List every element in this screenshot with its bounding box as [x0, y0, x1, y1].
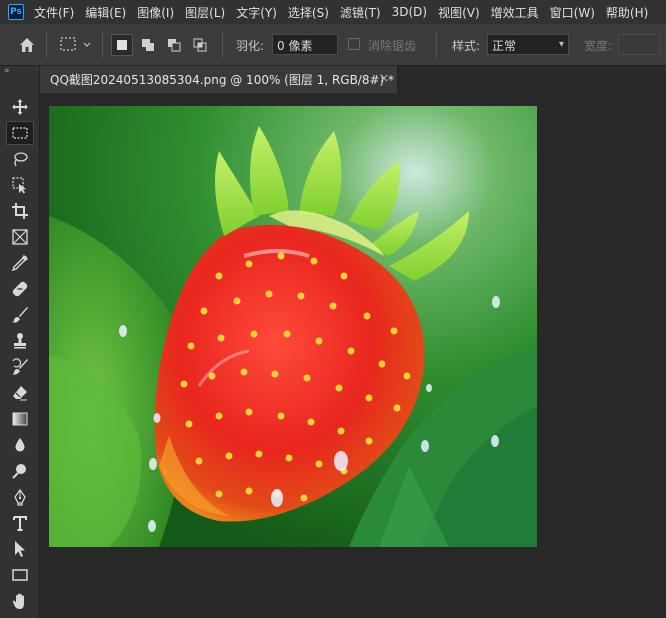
divider [102, 32, 103, 58]
menu-bar: Ps 文件(F) 编辑(E) 图像(I) 图层(L) 文字(Y) 选择(S) 滤… [0, 0, 666, 24]
document-tab-strip: QQ截图20240513085304.png @ 100% (图层 1, RGB… [40, 66, 666, 93]
rectangular-marquee-icon[interactable] [6, 121, 34, 145]
brush-icon[interactable] [6, 303, 34, 327]
width-input[interactable] [618, 34, 660, 55]
menu-filter[interactable]: 滤镜(T) [340, 4, 381, 21]
menu-image[interactable]: 图像(I) [137, 4, 174, 21]
frame-icon[interactable] [6, 225, 34, 249]
document-tab-title: QQ截图20240513085304.png @ 100% (图层 1, RGB… [50, 73, 395, 87]
strawberry-photo [49, 106, 537, 547]
new-selection-button[interactable] [111, 34, 133, 56]
feather-input[interactable]: 0 像素 [272, 34, 338, 55]
panel-collapse-icon[interactable]: » [4, 66, 9, 76]
rectangle-shape-icon[interactable] [6, 563, 34, 587]
menu-3d[interactable]: 3D(D) [392, 5, 427, 19]
clone-stamp-icon[interactable] [6, 329, 34, 353]
style-select[interactable]: 正常 ▾ [487, 34, 569, 55]
hand-icon[interactable] [6, 589, 34, 613]
intersect-selection-button[interactable] [189, 34, 211, 56]
type-icon[interactable] [6, 511, 34, 535]
eraser-icon[interactable] [6, 381, 34, 405]
photoshop-logo: Ps [8, 4, 24, 20]
width-label: 宽度: [584, 39, 613, 53]
history-brush-icon[interactable] [6, 355, 34, 379]
menu-window[interactable]: 窗口(W) [550, 4, 595, 21]
document-canvas[interactable] [49, 106, 537, 547]
antialias-checkbox[interactable] [348, 38, 360, 50]
lasso-icon[interactable] [6, 147, 34, 171]
document-tab[interactable]: QQ截图20240513085304.png @ 100% (图层 1, RGB… [40, 66, 398, 93]
add-to-selection-button[interactable] [137, 34, 159, 56]
path-selection-icon[interactable] [6, 537, 34, 561]
dodge-icon[interactable] [6, 459, 34, 483]
menu-file[interactable]: 文件(F) [34, 4, 74, 21]
divider [436, 32, 437, 58]
close-icon[interactable]: × [379, 71, 389, 85]
style-select-value: 正常 [492, 39, 517, 53]
gradient-icon[interactable] [6, 407, 34, 431]
tools-panel: » [0, 66, 40, 618]
healing-brush-icon[interactable] [6, 277, 34, 301]
style-label: 样式: [452, 39, 481, 53]
home-icon[interactable] [18, 36, 36, 54]
menu-plugins[interactable]: 增效工具 [491, 4, 539, 21]
chevron-down-icon: ▾ [558, 39, 564, 50]
eyedropper-icon[interactable] [6, 251, 34, 275]
options-bar: 羽化: 0 像素 消除锯齿 样式: 正常 ▾ 宽度: [0, 24, 666, 66]
menu-layer[interactable]: 图层(L) [185, 4, 225, 21]
menu-type[interactable]: 文字(Y) [236, 4, 277, 21]
blur-icon[interactable] [6, 433, 34, 457]
tool-preset-picker[interactable] [58, 36, 94, 54]
move-tool-icon[interactable] [6, 95, 34, 119]
menu-help[interactable]: 帮助(H) [606, 4, 648, 21]
object-selection-icon[interactable] [6, 173, 34, 197]
divider [46, 32, 47, 58]
menu-select[interactable]: 选择(S) [288, 4, 329, 21]
menu-edit[interactable]: 编辑(E) [85, 4, 126, 21]
menu-view[interactable]: 视图(V) [438, 4, 480, 21]
crop-icon[interactable] [6, 199, 34, 223]
divider [222, 32, 223, 58]
pen-icon[interactable] [6, 485, 34, 509]
antialias-label: 消除锯齿 [368, 39, 417, 53]
feather-label: 羽化: [236, 39, 265, 53]
subtract-from-selection-button[interactable] [163, 34, 185, 56]
